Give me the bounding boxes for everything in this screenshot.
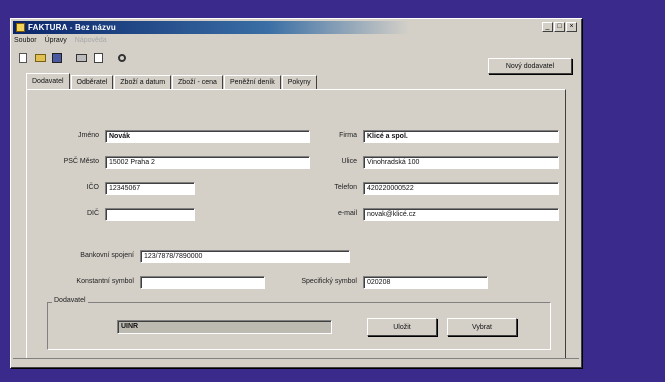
find-icon <box>118 54 126 62</box>
tab-dodavatel[interactable]: Dodavatel <box>26 73 70 90</box>
menu-upravy[interactable]: Úpravy <box>45 37 67 47</box>
menu-soubor[interactable]: Soubor <box>14 37 37 47</box>
new-supplier-button[interactable]: Nový dodavatel <box>488 58 572 74</box>
supplier-field: UINR <box>117 320 332 334</box>
ico-label: IČO <box>86 184 99 191</box>
open-folder-icon <box>34 54 46 62</box>
email-field[interactable]: novak@klicé.cz <box>363 208 559 221</box>
title-bar[interactable]: FAKTURA - Bez názvu _ □ × <box>13 21 579 34</box>
menu-napoveda[interactable]: Nápověda <box>75 37 107 47</box>
firma-label: Firma <box>339 132 357 139</box>
jmeno-field[interactable]: Novák <box>105 130 310 143</box>
dic-field[interactable] <box>105 208 195 221</box>
minimize-button[interactable]: _ <box>542 22 553 32</box>
jmeno-label: Jméno <box>77 132 99 139</box>
dic-label: DIČ <box>86 210 99 217</box>
new-button[interactable] <box>16 51 30 65</box>
open-button[interactable] <box>33 51 47 65</box>
find-button[interactable] <box>115 51 129 65</box>
tab-zbozi-datum[interactable]: Zboží a datum <box>114 75 172 90</box>
tab-strip: Dodavatel Odběratel Zboží a datum Zboží … <box>26 73 318 90</box>
ico-field[interactable]: 12345067 <box>105 182 195 195</box>
new-document-icon <box>19 53 27 63</box>
tab-odberatel[interactable]: Odběratel <box>70 75 114 90</box>
psc-field[interactable]: 15002 Praha 2 <box>105 156 310 169</box>
window-title: FAKTURA - Bez názvu <box>28 23 116 32</box>
tab-zbozi-cena[interactable]: Zboží - cena <box>172 75 223 90</box>
bank-label: Bankovní spojení <box>80 252 134 259</box>
specificky-symbol-field[interactable]: 020208 <box>363 276 488 289</box>
bank-field[interactable]: 123/7878/7890000 <box>140 250 350 263</box>
ulice-label: Ulice <box>341 158 357 165</box>
konstantni-symbol-label: Konstantní symbol <box>76 278 134 285</box>
supplier-group-title: Dodavatel <box>52 297 88 304</box>
select-supplier-button[interactable]: Vybrat <box>447 318 517 336</box>
firma-field[interactable]: Klicé a spol. <box>363 130 559 143</box>
specificky-symbol-label: Specifický symbol <box>301 278 357 285</box>
tab-pokyny[interactable]: Pokyny <box>281 75 317 90</box>
status-bar <box>13 358 579 365</box>
telefon-field[interactable]: 420220000522 <box>363 182 559 195</box>
menu-bar: Soubor Úpravy Nápověda <box>14 37 107 47</box>
psc-label: PSČ Město <box>63 158 99 165</box>
print-preview-icon <box>93 53 103 63</box>
app-window: FAKTURA - Bez názvu _ □ × Soubor Úpravy … <box>10 18 582 368</box>
save-icon <box>52 53 62 63</box>
window-controls: _ □ × <box>542 22 577 32</box>
app-icon <box>16 23 25 32</box>
maximize-button[interactable]: □ <box>554 22 565 32</box>
telefon-label: Telefon <box>334 184 357 191</box>
email-label: e-mail <box>337 210 357 217</box>
print-icon <box>75 54 87 62</box>
save-button[interactable] <box>50 51 64 65</box>
toolbar <box>16 50 129 66</box>
tab-penezni-denik[interactable]: Peněžní deník <box>223 75 281 90</box>
print-button[interactable] <box>74 51 88 65</box>
save-supplier-button[interactable]: Uložit <box>367 318 437 336</box>
tab-panel-dodavatel: Jméno Novák PSČ Město 15002 Praha 2 IČO … <box>26 89 566 359</box>
close-button[interactable]: × <box>566 22 577 32</box>
konstantni-symbol-field[interactable] <box>140 276 265 289</box>
print-preview-button[interactable] <box>91 51 105 65</box>
ulice-field[interactable]: Vinohradská 100 <box>363 156 559 169</box>
